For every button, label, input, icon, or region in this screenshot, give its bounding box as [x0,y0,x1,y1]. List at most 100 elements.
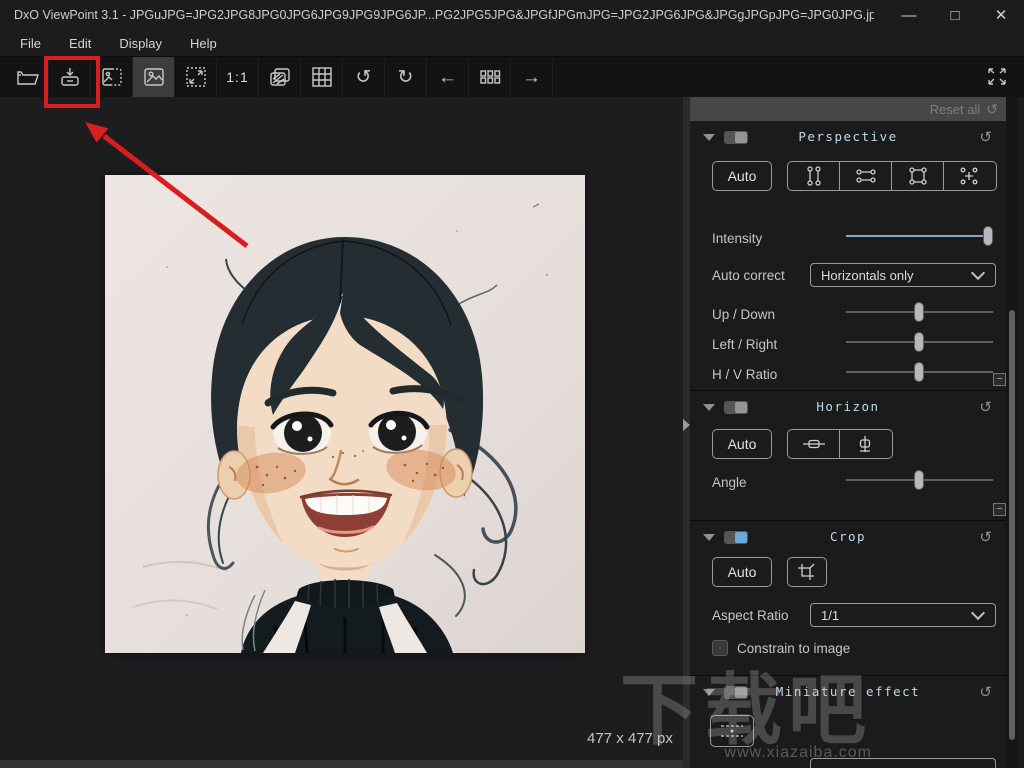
perspective-header: Perspective ↺ [690,128,1006,148]
menu-edit[interactable]: Edit [55,36,105,51]
image-canvas[interactable]: 477 x 477 px [0,97,683,760]
grid-icon [311,66,333,88]
force-vertical-tool-button[interactable] [788,162,840,190]
horizon-collapse-button[interactable]: − [993,503,1006,516]
auto-correct-label: Auto correct [712,268,785,283]
perspective-title: Perspective [690,129,1006,144]
annotation-highlight-rect [44,56,100,108]
hv-ratio-slider[interactable] [846,362,993,382]
status-strip [0,760,690,768]
force-parallel-tool-button[interactable] [944,162,994,190]
angle-label: Angle [712,475,747,490]
menu-bar: File Edit Display Help [0,30,1024,57]
left-right-label: Left / Right [712,337,777,352]
rectangle-corners-icon [906,164,930,188]
angle-slider[interactable] [846,470,993,490]
arrow-right-icon: → [522,68,541,87]
toolbar: 1:1 ↺ ↻ ← [0,57,1024,97]
crop-tool-button[interactable] [788,558,824,586]
left-right-slider[interactable] [846,332,993,352]
miniature-blur-icon [718,722,746,740]
crop-icon [796,562,816,582]
crop-reset-icon[interactable]: ↺ [979,528,992,546]
open-folder-icon [16,66,40,88]
left-right-slider-handle[interactable] [914,332,924,352]
crop-tools [787,557,827,587]
miniature-partial-dropdown[interactable] [810,758,996,768]
crop-header: Crop ↺ [690,528,1006,548]
app-window: DxO ViewPoint 3.1 - JPGuJPG=JPG2JPG8JPG0… [0,0,1024,768]
vertical-level-icon [856,434,874,454]
up-down-label: Up / Down [712,307,775,322]
close-icon[interactable]: ✕ [978,0,1024,30]
panel-collapse-icon[interactable] [683,419,690,431]
horizon-level-tool-button[interactable] [788,430,840,458]
miniature-reset-icon[interactable]: ↺ [979,683,992,701]
arrow-left-icon: ← [438,68,457,87]
menu-file[interactable]: File [0,36,55,51]
minimize-icon[interactable]: — [886,0,932,30]
section-perspective: Perspective ↺ Auto [690,121,1006,390]
up-down-slider[interactable] [846,302,993,322]
crop-auto-button[interactable]: Auto [712,557,772,587]
perspective-auto-button[interactable]: Auto [712,161,772,191]
adjustments-panel: Reset all ↺ Perspective ↺ Auto [690,97,1024,768]
intensity-slider[interactable] [846,226,993,246]
perspective-reset-icon[interactable]: ↺ [979,128,992,146]
miniature-header: Miniature effect ↺ [690,683,1006,703]
up-down-slider-handle[interactable] [914,302,924,322]
rotate-cw-icon: ↻ [398,68,414,87]
panel-divider[interactable] [683,97,690,768]
zoom-ratio-button[interactable]: 1:1 [217,57,259,97]
menu-help[interactable]: Help [176,36,231,51]
horizontal-level-icon [801,436,827,452]
constrain-to-image-label: Constrain to image [737,641,850,656]
fit-screen-button[interactable] [175,57,217,97]
copy-settings-button[interactable] [259,57,301,97]
horizon-reset-icon[interactable]: ↺ [979,398,992,416]
section-miniature: Miniature effect ↺ [690,675,1006,768]
vertical-level-tool-button[interactable] [840,430,890,458]
aspect-ratio-dropdown[interactable]: 1/1 [810,603,996,627]
intensity-slider-handle[interactable] [983,226,993,246]
section-horizon: Horizon ↺ Auto Angle − [690,390,1006,520]
crop-title: Crop [690,529,1006,544]
previous-image-button[interactable]: ← [427,57,469,97]
open-folder-button[interactable] [7,57,49,97]
horizon-title: Horizon [690,399,1006,414]
zoom-ratio-label: 1:1 [226,69,248,85]
miniature-tool-button[interactable] [710,715,754,747]
force-rectangle-tool-button[interactable] [892,162,944,190]
rotate-ccw-button[interactable]: ↺ [343,57,385,97]
maximize-icon[interactable]: □ [932,0,978,30]
horizon-auto-button[interactable]: Auto [712,429,772,459]
hv-ratio-slider-handle[interactable] [914,362,924,382]
miniature-title: Miniature effect [690,684,1006,699]
panel-scrollbar-thumb[interactable] [1009,310,1015,740]
menu-display[interactable]: Display [105,36,176,51]
constrain-to-image-checkbox[interactable] [712,640,728,656]
thumbnails-button[interactable] [469,57,511,97]
grid-button[interactable] [301,57,343,97]
chevron-down-icon [971,266,985,280]
rotate-cw-button[interactable]: ↻ [385,57,427,97]
fullscreen-button[interactable] [984,65,1010,89]
reset-all-label: Reset all [930,102,981,117]
perspective-tools [787,161,997,191]
perspective-collapse-button[interactable]: − [993,373,1006,386]
rotate-ccw-icon: ↺ [356,68,372,87]
panel-scrollbar[interactable] [1006,97,1018,768]
section-crop: Crop ↺ Auto Aspect Ratio 1/1 Constrain t… [690,520,1006,675]
photo-preview[interactable] [105,175,585,653]
force-horizontal-tool-button[interactable] [840,162,892,190]
auto-correct-dropdown[interactable]: Horizontals only [810,263,996,287]
thumbnails-icon [479,69,501,85]
image-view-button[interactable] [133,57,175,97]
copy-settings-icon [269,67,291,87]
image-dimensions-label: 477 x 477 px [587,730,673,747]
auto-correct-value: Horizontals only [811,268,973,283]
reset-all-bar[interactable]: Reset all ↺ [690,97,1008,121]
portrait-illustration [105,175,585,653]
next-image-button[interactable]: → [511,57,553,97]
angle-slider-handle[interactable] [914,470,924,490]
